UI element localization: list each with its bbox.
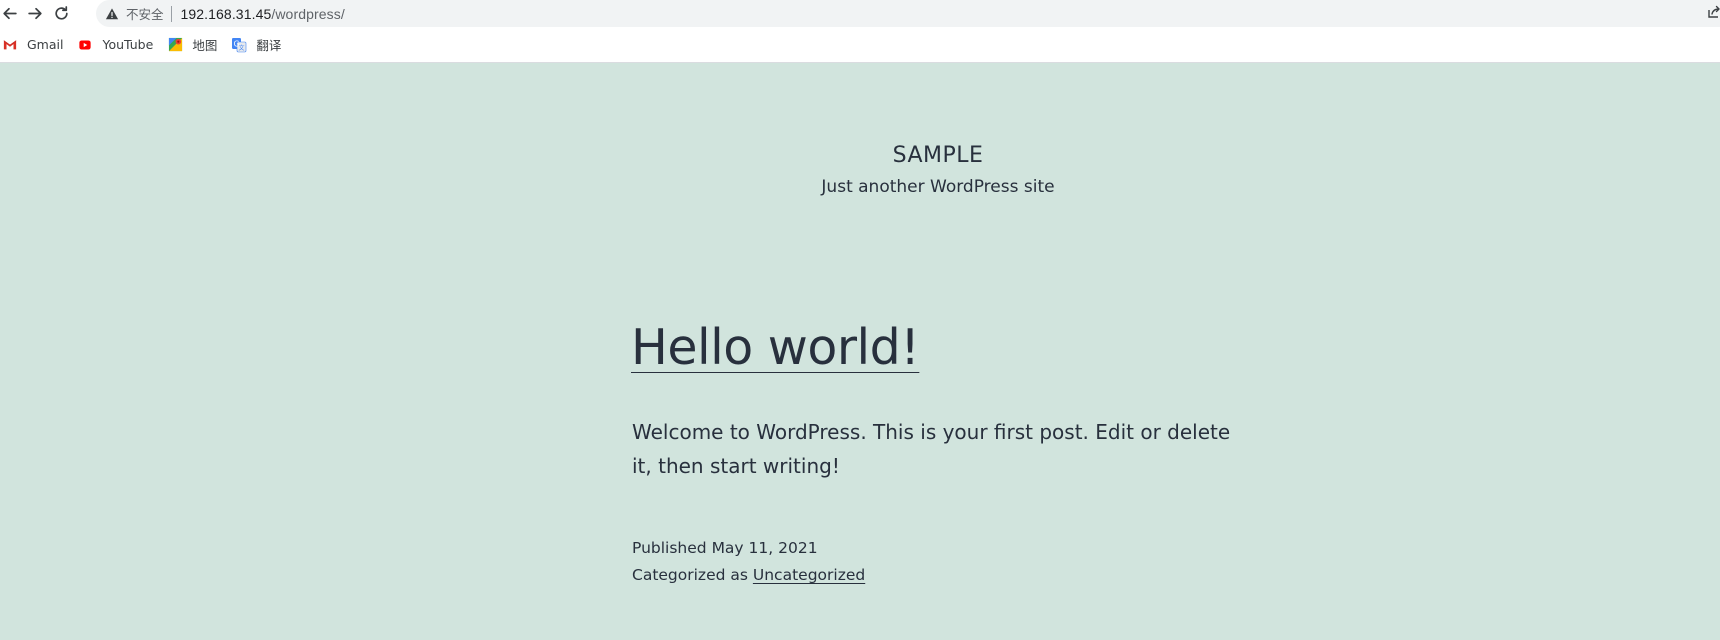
- bookmark-youtube[interactable]: YouTube: [77, 32, 161, 58]
- bookmark-label: 翻译: [256, 38, 282, 53]
- translate-icon: G文: [231, 37, 247, 53]
- gmail-icon: [2, 37, 18, 53]
- warning-icon[interactable]: [104, 6, 120, 22]
- maps-icon: [167, 37, 183, 53]
- omnibox-divider: [170, 5, 172, 22]
- published-line: Published May 11, 2021: [632, 535, 865, 562]
- security-status[interactable]: 不安全: [126, 4, 164, 23]
- reload-icon: [54, 6, 68, 20]
- address-bar[interactable]: 不安全 192.168.31.45/wordpress/: [96, 0, 1720, 27]
- bookmarks-bar: Gmail YouTube 地图 G文 翻译: [0, 27, 1720, 63]
- arrow-right-icon: [27, 7, 42, 20]
- bookmark-label: YouTube: [102, 37, 154, 52]
- url-host: 192.168.31.45: [180, 5, 272, 22]
- forward-button[interactable]: [22, 0, 48, 27]
- reload-button[interactable]: [48, 0, 74, 27]
- svg-text:文: 文: [239, 44, 245, 52]
- bookmark-translate[interactable]: G文 翻译: [231, 32, 289, 58]
- published-date: May 11, 2021: [711, 539, 818, 557]
- url-path: /wordpress/: [271, 5, 345, 22]
- post-meta: Published May 11, 2021 Categorized as Un…: [632, 535, 865, 589]
- post-body: Welcome to WordPress. This is your first…: [632, 420, 1231, 478]
- bookmark-maps[interactable]: 地图: [167, 32, 225, 58]
- back-button[interactable]: [0, 0, 22, 27]
- share-icon[interactable]: [1706, 4, 1720, 22]
- site-tagline: Just another WordPress site: [821, 177, 1055, 197]
- bookmark-label: 地图: [192, 38, 218, 53]
- post-title-link[interactable]: Hello world!: [631, 323, 920, 372]
- bookmark-label: Gmail: [27, 37, 64, 52]
- published-label: Published: [632, 539, 707, 557]
- category-link[interactable]: Uncategorized: [753, 566, 865, 584]
- url-text[interactable]: 192.168.31.45/wordpress/: [181, 6, 345, 22]
- bookmark-gmail[interactable]: Gmail: [2, 32, 71, 58]
- browser-toolbar: 不安全 192.168.31.45/wordpress/: [0, 0, 1720, 27]
- page-content: SAMPLE Just another WordPress site Hello…: [0, 63, 1720, 640]
- category-line: Categorized as Uncategorized: [632, 562, 865, 589]
- youtube-icon: [77, 37, 93, 53]
- arrow-left-icon: [2, 7, 17, 20]
- categorized-label: Categorized as: [632, 566, 748, 584]
- site-title[interactable]: SAMPLE: [0, 143, 1720, 168]
